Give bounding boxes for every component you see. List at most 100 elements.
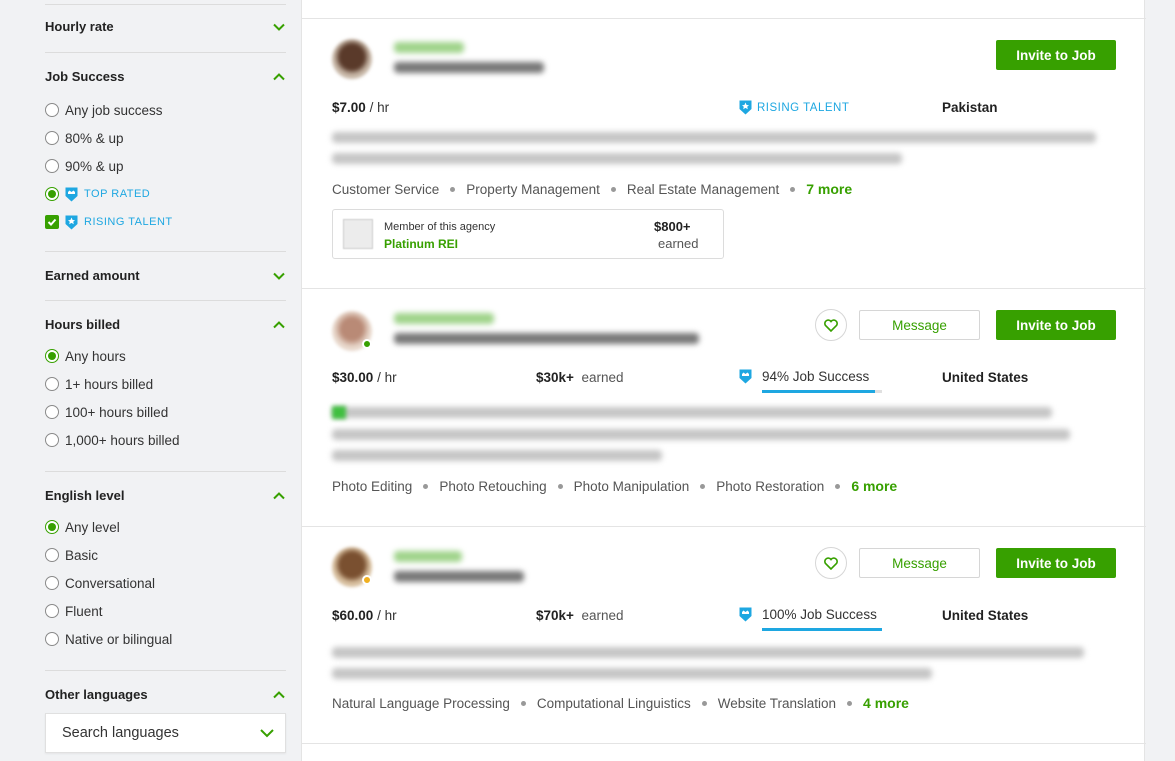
checkbox[interactable] bbox=[45, 215, 59, 229]
country: Pakistan bbox=[942, 100, 998, 115]
option-1000-hours[interactable]: 1,000+ hours billed bbox=[45, 426, 286, 454]
avatar bbox=[332, 39, 372, 79]
option-label: Basic bbox=[65, 547, 99, 563]
option-80-up[interactable]: 80% & up bbox=[45, 124, 286, 152]
more-skills-link[interactable]: 7 more bbox=[806, 181, 852, 197]
separator-dot bbox=[701, 700, 707, 706]
country: United States bbox=[942, 608, 1029, 623]
option-native[interactable]: Native or bilingual bbox=[45, 625, 286, 653]
agency-name[interactable]: Platinum REI bbox=[384, 237, 458, 251]
freelancer-name[interactable] bbox=[394, 551, 462, 562]
skill-tag[interactable]: Computational Linguistics bbox=[537, 696, 691, 711]
skill-tag[interactable]: Natural Language Processing bbox=[332, 696, 510, 711]
job-success-bar bbox=[762, 390, 882, 393]
hourly-rate: $60.00 / hr bbox=[332, 608, 397, 623]
option-label: 100+ hours billed bbox=[65, 404, 169, 420]
freelancer-card[interactable] bbox=[302, 743, 1146, 761]
chevron-up-icon bbox=[273, 690, 285, 698]
overview-text bbox=[332, 132, 1096, 143]
option-label: Fluent bbox=[65, 603, 103, 619]
freelancer-card[interactable]: Invite to Job $7.00 / hr RISING TALENT P… bbox=[302, 18, 1146, 288]
filter-header-earned-amount[interactable]: Earned amount bbox=[45, 268, 286, 283]
option-100-hours[interactable]: 100+ hours billed bbox=[45, 398, 286, 426]
filter-english-level: English level Any level Basic Conversati… bbox=[45, 471, 286, 653]
option-rising-talent[interactable]: RISING TALENT bbox=[45, 208, 286, 236]
freelancer-card[interactable]: Message Invite to Job $60.00 / hr $70k+ … bbox=[302, 526, 1146, 743]
more-skills-link[interactable]: 6 more bbox=[851, 478, 897, 494]
option-any-job-success[interactable]: Any job success bbox=[45, 96, 286, 124]
radio-button[interactable] bbox=[45, 576, 59, 590]
option-fluent[interactable]: Fluent bbox=[45, 597, 286, 625]
filter-header-job-success[interactable]: Job Success bbox=[45, 69, 286, 84]
freelancer-title bbox=[394, 571, 524, 582]
filter-hours-billed: Hours billed Any hours 1+ hours billed 1… bbox=[45, 300, 286, 454]
skill-tag[interactable]: Property Management bbox=[466, 182, 600, 197]
option-label: Any job success bbox=[65, 102, 163, 118]
heart-icon bbox=[824, 556, 838, 570]
filter-earned-amount: Earned amount bbox=[45, 251, 286, 283]
radio-button[interactable] bbox=[45, 405, 59, 419]
radio-button[interactable] bbox=[45, 103, 59, 117]
message-button[interactable]: Message bbox=[859, 548, 980, 578]
save-freelancer-button[interactable] bbox=[815, 547, 847, 579]
separator-dot bbox=[847, 700, 853, 706]
hourly-rate: $7.00 / hr bbox=[332, 100, 389, 115]
save-freelancer-button[interactable] bbox=[815, 309, 847, 341]
separator-dot bbox=[790, 186, 796, 192]
filter-header-other-languages[interactable]: Other languages bbox=[45, 687, 286, 702]
skill-tag[interactable]: Photo Editing bbox=[332, 479, 412, 494]
radio-button[interactable] bbox=[45, 187, 59, 201]
more-skills-link[interactable]: 4 more bbox=[863, 695, 909, 711]
radio-button[interactable] bbox=[45, 433, 59, 447]
radio-button[interactable] bbox=[45, 349, 59, 363]
radio-button[interactable] bbox=[45, 632, 59, 646]
option-basic[interactable]: Basic bbox=[45, 541, 286, 569]
separator-dot bbox=[835, 483, 841, 489]
search-languages-placeholder: Search languages bbox=[62, 725, 179, 741]
freelancer-name[interactable] bbox=[394, 42, 464, 53]
separator-dot bbox=[520, 700, 526, 706]
skill-tag[interactable]: Website Translation bbox=[718, 696, 836, 711]
overview-text bbox=[332, 668, 932, 679]
search-languages-dropdown[interactable]: Search languages bbox=[45, 713, 286, 753]
invite-to-job-button[interactable]: Invite to Job bbox=[996, 310, 1116, 340]
filter-header-hourly-rate[interactable]: Hourly rate bbox=[45, 19, 286, 34]
invite-to-job-button[interactable]: Invite to Job bbox=[996, 40, 1116, 70]
option-any-hours[interactable]: Any hours bbox=[45, 342, 286, 370]
job-success-label: 94% Job Success bbox=[762, 369, 870, 384]
filter-header-english-level[interactable]: English level bbox=[45, 488, 286, 503]
invite-to-job-button[interactable]: Invite to Job bbox=[996, 548, 1116, 578]
skill-tag[interactable]: Photo Retouching bbox=[439, 479, 546, 494]
rising-talent-shield-icon bbox=[739, 100, 752, 115]
filter-title: Job Success bbox=[45, 69, 125, 84]
earned-amount: $70k+ earned bbox=[536, 608, 623, 623]
filter-header-hours-billed[interactable]: Hours billed bbox=[45, 317, 286, 332]
radio-button[interactable] bbox=[45, 548, 59, 562]
agency-box[interactable]: Member of this agency Platinum REI $800+… bbox=[332, 209, 724, 259]
radio-button[interactable] bbox=[45, 159, 59, 173]
option-label: Any level bbox=[65, 519, 120, 535]
radio-button[interactable] bbox=[45, 520, 59, 534]
option-any-level[interactable]: Any level bbox=[45, 513, 286, 541]
top-rated-shield-icon bbox=[739, 369, 752, 384]
status-indicator bbox=[362, 575, 372, 585]
radio-button[interactable] bbox=[45, 604, 59, 618]
option-top-rated[interactable]: TOP RATED bbox=[45, 180, 286, 208]
option-conversational[interactable]: Conversational bbox=[45, 569, 286, 597]
option-label: 1+ hours billed bbox=[65, 376, 154, 392]
message-button[interactable]: Message bbox=[859, 310, 980, 340]
option-label: Any hours bbox=[65, 348, 126, 364]
radio-button[interactable] bbox=[45, 131, 59, 145]
skill-tag[interactable]: Real Estate Management bbox=[627, 182, 779, 197]
freelancer-name[interactable] bbox=[394, 313, 494, 324]
option-90-up[interactable]: 90% & up bbox=[45, 152, 286, 180]
skill-tag[interactable]: Customer Service bbox=[332, 182, 439, 197]
option-label: 1,000+ hours billed bbox=[65, 432, 180, 448]
option-1-hours[interactable]: 1+ hours billed bbox=[45, 370, 286, 398]
option-label: Native or bilingual bbox=[65, 631, 173, 647]
skill-tag[interactable]: Photo Restoration bbox=[716, 479, 824, 494]
earned-label: earned bbox=[581, 370, 624, 385]
skill-tag[interactable]: Photo Manipulation bbox=[574, 479, 690, 494]
freelancer-card[interactable]: Message Invite to Job $30.00 / hr $30k+ … bbox=[302, 288, 1146, 526]
radio-button[interactable] bbox=[45, 377, 59, 391]
